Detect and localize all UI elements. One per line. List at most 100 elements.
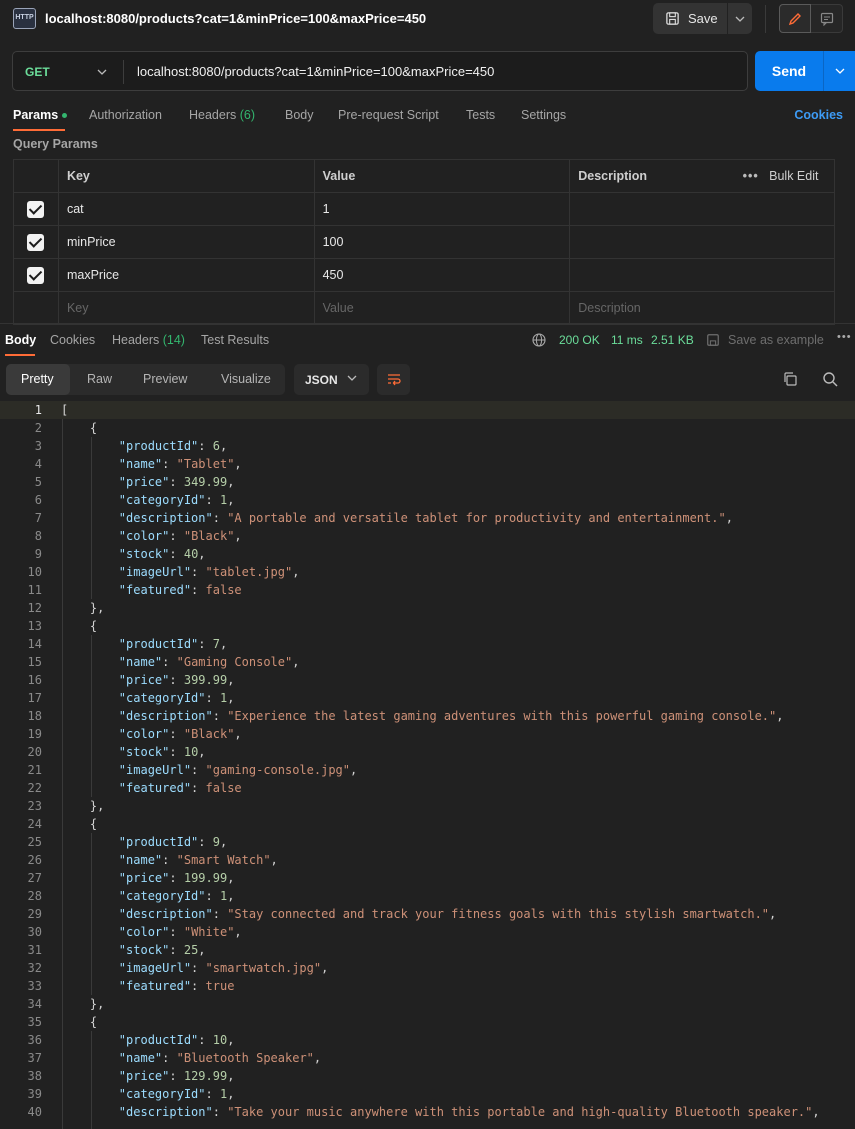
tab-response-body[interactable]: Body (5, 333, 36, 347)
bulk-edit-link[interactable]: Bulk Edit (769, 169, 818, 183)
tab-visualize[interactable]: Visualize (221, 372, 271, 386)
code-line[interactable]: 24 { (0, 815, 855, 833)
tab-test-results[interactable]: Test Results (201, 333, 269, 347)
cookies-link[interactable]: Cookies (794, 108, 843, 122)
response-body-editor[interactable]: 1[2 {3 "productId": 6, 4 "name": "Tablet"… (0, 400, 855, 1129)
tab-prerequest-script[interactable]: Pre-request Script (338, 108, 439, 122)
code-line[interactable]: 5 "price": 349.99, (0, 473, 855, 491)
code-line[interactable]: 40 "description": "Take your music anywh… (0, 1103, 855, 1121)
tab-response-cookies[interactable]: Cookies (50, 333, 95, 347)
code-line[interactable]: 9 "stock": 40, (0, 545, 855, 563)
checkbox-checked[interactable] (27, 233, 45, 251)
new-param-description[interactable]: Description (569, 291, 835, 325)
code-line[interactable]: 35 { (0, 1013, 855, 1031)
code-line[interactable]: 19 "color": "Black", (0, 725, 855, 743)
tab-settings[interactable]: Settings (521, 108, 566, 122)
edit-mode-button[interactable] (779, 4, 811, 33)
more-icon[interactable]: ••• (743, 169, 759, 183)
send-button[interactable]: Send (755, 51, 823, 91)
code-line[interactable]: 27 "price": 199.99, (0, 869, 855, 887)
code-line[interactable]: 38 "price": 129.99, (0, 1067, 855, 1085)
documentation-button[interactable] (811, 4, 843, 33)
code-line[interactable]: 12 }, (0, 599, 855, 617)
code-line[interactable]: 2 { (0, 419, 855, 437)
code-line[interactable]: 8 "color": "Black", (0, 527, 855, 545)
save-options-button[interactable] (728, 3, 752, 34)
checkbox-checked[interactable] (27, 200, 45, 218)
search-button[interactable] (822, 371, 838, 390)
tab-headers[interactable]: Headers (6) (189, 108, 255, 122)
code-line[interactable]: 31 "stock": 25, (0, 941, 855, 959)
tab-response-headers[interactable]: Headers (14) (112, 333, 185, 347)
tab-preview[interactable]: Preview (143, 372, 187, 386)
code-line[interactable]: 16 "price": 399.99, (0, 671, 855, 689)
param-key[interactable]: maxPrice (57, 258, 315, 292)
param-description[interactable] (569, 225, 835, 259)
tab-raw[interactable]: Raw (87, 372, 112, 386)
code-line[interactable]: 3 "productId": 6, (0, 437, 855, 455)
tab-body[interactable]: Body (285, 108, 314, 122)
tab-tests[interactable]: Tests (466, 108, 495, 122)
code-line[interactable]: 11 "featured": false (0, 581, 855, 599)
param-value[interactable]: 100 (313, 225, 571, 259)
request-title[interactable]: localhost:8080/products?cat=1&minPrice=1… (45, 11, 426, 26)
code-line[interactable]: 1[ (0, 401, 855, 419)
globe-icon[interactable] (532, 333, 546, 347)
param-value[interactable]: 1 (313, 192, 571, 226)
code-line[interactable]: 39 "categoryId": 1, (0, 1085, 855, 1103)
word-wrap-button[interactable] (377, 364, 410, 395)
param-description[interactable] (569, 258, 835, 292)
tab-params[interactable]: Params (13, 108, 68, 122)
url-input[interactable]: localhost:8080/products?cat=1&minPrice=1… (137, 64, 494, 79)
code-line[interactable]: 32 "imageUrl": "smartwatch.jpg", (0, 959, 855, 977)
param-key[interactable]: minPrice (57, 225, 315, 259)
code-line[interactable]: 6 "categoryId": 1, (0, 491, 855, 509)
format-select[interactable]: JSON (294, 364, 369, 395)
code-line[interactable]: 25 "productId": 9, (0, 833, 855, 851)
param-description[interactable] (569, 192, 835, 226)
tab-pretty[interactable]: Pretty (21, 372, 54, 386)
code-line[interactable]: 13 { (0, 617, 855, 635)
checkbox-checked[interactable] (27, 266, 45, 284)
code-line[interactable]: 30 "color": "White", (0, 923, 855, 941)
chevron-down-icon[interactable] (97, 69, 107, 75)
code-line[interactable]: 21 "imageUrl": "gaming-console.jpg", (0, 761, 855, 779)
save-button[interactable]: Save (653, 3, 727, 34)
code-line[interactable]: 28 "categoryId": 1, (0, 887, 855, 905)
code-line[interactable]: 26 "name": "Smart Watch", (0, 851, 855, 869)
copy-button[interactable] (782, 371, 798, 390)
code-line[interactable]: 36 "productId": 10, (0, 1031, 855, 1049)
code-line[interactable]: 10 "imageUrl": "tablet.jpg", (0, 563, 855, 581)
code-line[interactable]: 17 "categoryId": 1, (0, 689, 855, 707)
send-options-button[interactable] (823, 51, 855, 91)
code-line[interactable]: 14 "productId": 7, (0, 635, 855, 653)
code-line[interactable]: 18 "description": "Experience the latest… (0, 707, 855, 725)
new-param-key[interactable]: Key (57, 291, 315, 325)
param-value[interactable]: 450 (313, 258, 571, 292)
new-param-value[interactable]: Value (313, 291, 571, 325)
code-line[interactable]: 34 }, (0, 995, 855, 1013)
code-line[interactable]: 20 "stock": 10, (0, 743, 855, 761)
code-line[interactable]: 33 "featured": true (0, 977, 855, 995)
param-checkbox[interactable] (13, 192, 59, 226)
chevron-down-icon[interactable] (347, 375, 357, 381)
response-size[interactable]: 2.51 KB (651, 333, 694, 347)
param-checkbox[interactable] (13, 225, 59, 259)
status-code[interactable]: 200 OK (559, 333, 600, 347)
code-line[interactable]: 29 "description": "Stay connected and tr… (0, 905, 855, 923)
code-line[interactable]: 22 "featured": false (0, 779, 855, 797)
tab-authorization[interactable]: Authorization (89, 108, 162, 122)
code-line[interactable]: 4 "name": "Tablet", (0, 455, 855, 473)
param-key[interactable]: cat (57, 192, 315, 226)
code-line[interactable]: 15 "name": "Gaming Console", (0, 653, 855, 671)
response-time[interactable]: 11 ms (611, 333, 643, 347)
code-line[interactable]: 23 }, (0, 797, 855, 815)
more-icon[interactable]: ••• (837, 331, 852, 343)
method-select[interactable]: GET (25, 65, 50, 79)
save-as-example-button[interactable]: Save as example (728, 333, 824, 347)
code-line[interactable]: 37 "name": "Bluetooth Speaker", (0, 1049, 855, 1067)
code-line[interactable]: 7 "description": "A portable and versati… (0, 509, 855, 527)
code-text: { (89, 1015, 98, 1029)
line-number: 19 (27, 727, 42, 741)
param-checkbox[interactable] (13, 258, 59, 292)
